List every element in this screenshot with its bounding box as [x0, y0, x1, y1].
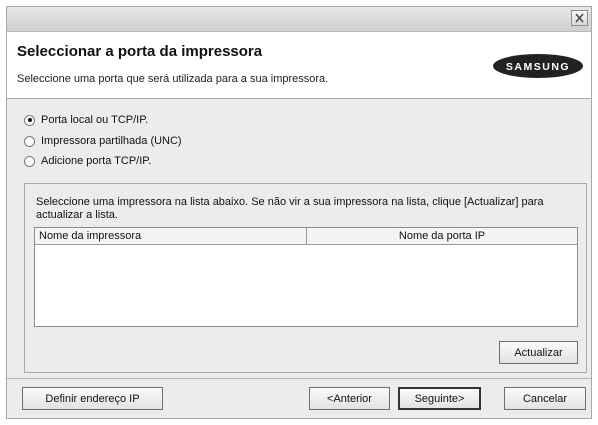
radio-button[interactable] — [24, 155, 35, 167]
radio-button-checked[interactable] — [24, 114, 35, 126]
radio-label: Impressora partilhada (UNC) — [41, 135, 182, 147]
page-title: Seleccionar a porta da impressora — [17, 43, 263, 60]
header-panel: Seleccionar a porta da impressora Selecc… — [7, 32, 591, 99]
cancel-button[interactable]: Cancelar — [504, 387, 586, 410]
logo-text: SAMSUNG — [506, 61, 570, 73]
radio-label: Porta local ou TCP/IP. — [41, 114, 149, 126]
page-subtitle: Seleccione uma porta que será utilizada … — [17, 73, 329, 85]
column-header-printer-name[interactable]: Nome da impressora — [35, 228, 307, 244]
back-button[interactable]: <Anterior — [309, 387, 390, 410]
radio-button[interactable] — [24, 135, 35, 147]
instruction-text: Seleccione uma impressora na lista abaix… — [36, 196, 544, 221]
column-header-ip-port[interactable]: Nome da porta IP — [307, 228, 577, 244]
next-button[interactable]: Seguinte> — [398, 387, 481, 410]
radio-add-tcp-port[interactable]: Adicione porta TCP/IP. — [24, 153, 151, 169]
radio-local-port[interactable]: Porta local ou TCP/IP. — [24, 112, 148, 128]
refresh-button[interactable]: Actualizar — [499, 341, 578, 364]
set-ip-address-button[interactable]: Definir endereço IP — [22, 387, 163, 410]
printer-list[interactable]: Nome da impressora Nome da porta IP — [34, 227, 578, 327]
title-bar — [7, 7, 591, 32]
close-icon — [575, 13, 584, 23]
samsung-logo: SAMSUNG — [493, 54, 583, 78]
radio-shared-printer[interactable]: Impressora partilhada (UNC) — [24, 133, 182, 149]
close-button[interactable] — [571, 10, 588, 26]
list-header: Nome da impressora Nome da porta IP — [35, 228, 577, 245]
printer-list-group: Seleccione uma impressora na lista abaix… — [24, 183, 587, 373]
footer-divider — [7, 378, 591, 379]
installer-window: Seleccionar a porta da impressora Selecc… — [6, 6, 592, 419]
radio-label: Adicione porta TCP/IP. — [41, 155, 152, 167]
